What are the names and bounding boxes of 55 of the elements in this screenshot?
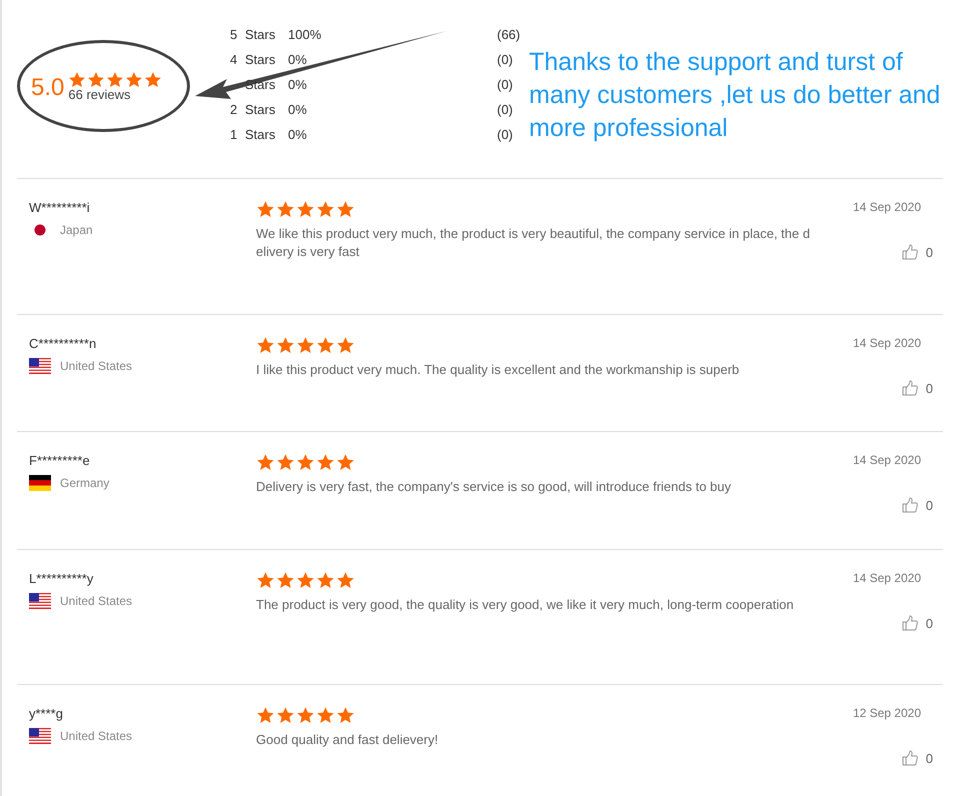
review-text: The product is very good, the quality is very good, we like it very much, long-term cooperation [256,596,795,614]
percent-text: 0% [288,127,308,142]
review-date: 14 Sep 2020 [852,453,921,467]
thumbs-up-icon[interactable] [902,244,918,260]
count-text: (0) [497,77,513,92]
review-text: Good quality and fast delievery! [256,731,440,749]
reviewer-name: L**********y [29,571,94,586]
percent-text: 0% [288,102,308,117]
country-name: United States [60,594,132,608]
stars-label: Stars [245,127,276,142]
rating-score: 5.0 [31,74,64,102]
flag-icon [29,475,51,491]
flag-icon [29,593,51,609]
reviewer-name: y****g [29,706,64,721]
star-level: 5 [230,27,238,42]
review-text: Delivery is very fast, the company's service is so good, will introduce friends to buy [256,478,732,496]
like-count: 0 [926,616,933,630]
country-name: United States [60,729,132,743]
like-count: 0 [926,750,933,766]
like-count: 0 [926,380,933,396]
stars-label: Stars [245,52,276,67]
count-text: (66) [497,27,520,42]
thumbs-up-icon[interactable] [902,750,918,766]
review-date: 14 Sep 2020 [852,200,921,214]
thumbs-up-icon[interactable] [902,380,918,396]
thumbs-up-icon[interactable] [902,615,918,631]
percent-text: 0% [288,52,308,67]
count-text: (0) [497,127,513,142]
reviewer-name: C**********n [29,336,98,351]
review-date: 14 Sep 2020 [852,571,921,585]
reviewer-name: W*********i [29,200,91,215]
thumbs-up-icon[interactable] [902,497,918,513]
reviewer-name: F*********e [29,453,91,468]
review-date: 12 Sep 2020 [852,706,921,720]
country-name: Japan [60,223,93,237]
country-name: Germany [60,476,110,490]
star-level: 2 [230,102,238,117]
count-text: (0) [497,52,513,67]
review-date: 14 Sep 2020 [852,336,921,350]
review-text: I like this product very much. The quality is excellent and the workmanship is superb [256,361,740,379]
stars-label: Stars [245,27,276,42]
percent-text: 100% [288,27,322,42]
star-level: 1 [230,127,238,142]
flag-icon [29,728,51,744]
country-name: United States [60,359,132,373]
annotation-text: Thanks to the support and turst of many customers ,let us do better and more professional [529,47,942,144]
percent-text: 0% [288,77,308,92]
like-count: 0 [926,498,933,512]
flag-icon [29,358,51,374]
count-text: (0) [497,102,513,117]
review-count: 66 reviews [68,86,132,102]
like-count: 0 [926,244,933,260]
stars-label: Stars [245,102,276,117]
review-text: We like this product very much, the product is very beautiful, the company service in place, the delivery is very fast [256,225,811,261]
star-level: 4 [230,52,238,67]
